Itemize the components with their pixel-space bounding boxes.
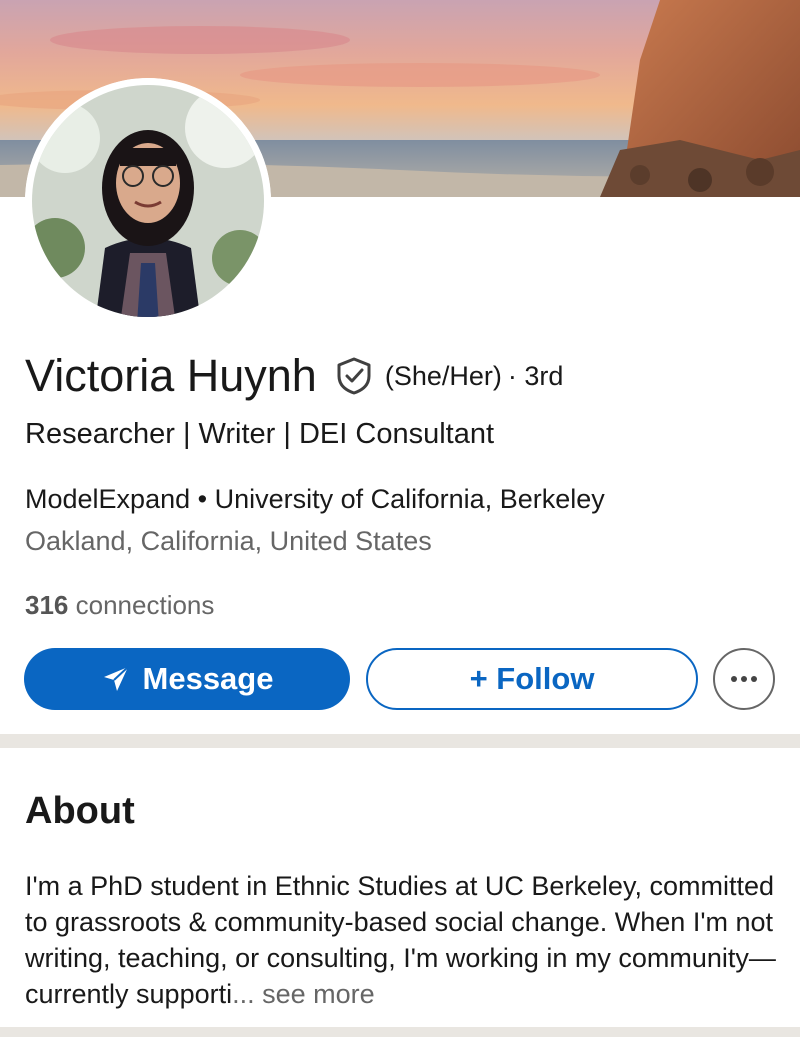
profile-name: Victoria Huynh — [25, 350, 317, 401]
school-name[interactable]: University of California, Berkeley — [215, 484, 605, 514]
message-label: Message — [142, 661, 274, 696]
pronouns: (She/Her) — [384, 360, 502, 391]
connections-label: connections — [75, 590, 215, 620]
send-icon — [103, 666, 129, 691]
headline: Researcher | Writer | DEI Consultant — [25, 418, 495, 450]
company-name[interactable]: ModelExpand — [25, 484, 190, 514]
about-ellipsis: ... — [232, 979, 255, 1009]
about-heading: About — [25, 790, 135, 832]
name-row: Victoria Huynh (She/Her) · 3rd — [25, 350, 563, 402]
section-divider-bottom — [0, 1027, 800, 1037]
ellipsis-icon — [731, 676, 757, 682]
about-text: I'm a PhD student in Ethnic Studies at U… — [25, 868, 785, 1012]
connection-degree: · 3rd — [507, 360, 564, 391]
company-school-line: ModelExpand • University of California, … — [25, 484, 605, 515]
follow-button[interactable]: + Follow — [366, 648, 698, 710]
location: Oakland, California, United States — [25, 526, 432, 556]
shield-check-icon[interactable] — [335, 356, 373, 396]
about-body: I'm a PhD student in Ethnic Studies at U… — [25, 871, 776, 1009]
message-button[interactable]: Message — [24, 648, 350, 710]
follow-label: + Follow — [469, 661, 595, 696]
profile-avatar[interactable] — [25, 78, 271, 324]
more-options-button[interactable] — [713, 648, 775, 710]
connections-count[interactable]: 316 connections — [25, 590, 214, 621]
connections-number: 316 — [25, 590, 69, 620]
separator-dot: • — [197, 484, 208, 514]
see-more-link[interactable]: see more — [262, 979, 375, 1009]
section-divider — [0, 734, 800, 748]
